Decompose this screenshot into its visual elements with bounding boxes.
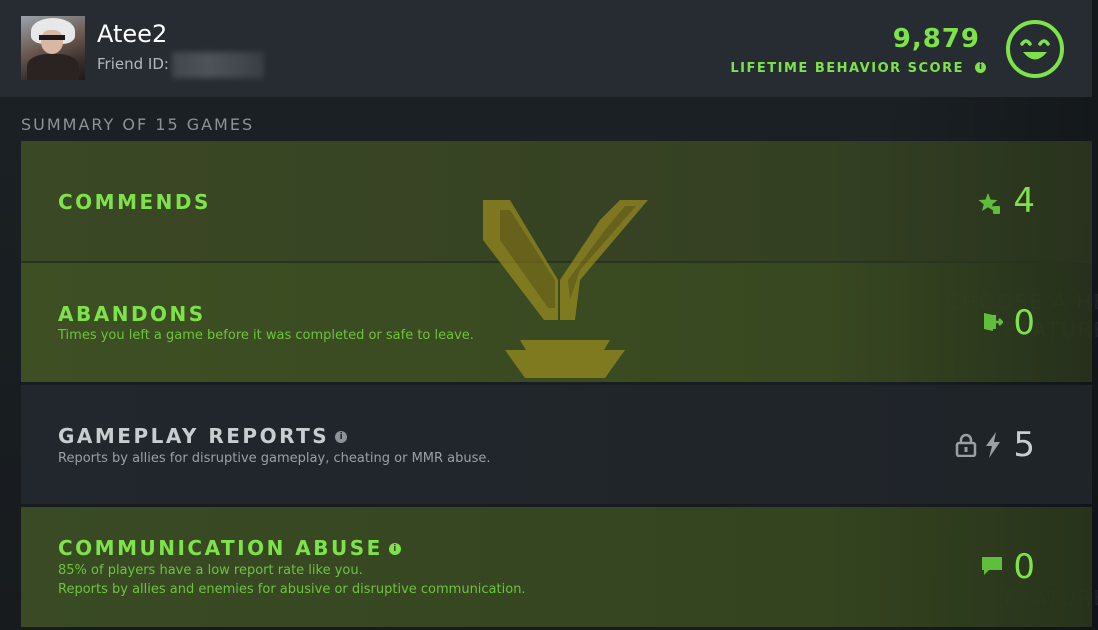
communication-abuse-stat: 85% of players have a low report rate li… bbox=[58, 563, 363, 578]
gameplay-reports-value: 5 bbox=[1013, 425, 1035, 465]
lightning-icon bbox=[986, 432, 1000, 458]
gameplay-reports-title: GAMEPLAY REPORTS i bbox=[58, 424, 348, 448]
friend-id-label: Friend ID: bbox=[97, 55, 169, 73]
smiley-face-icon bbox=[1006, 20, 1064, 78]
commends-title: COMMENDS bbox=[58, 190, 211, 214]
gameplay-reports-description: Reports by allies for disruptive gamepla… bbox=[58, 451, 491, 466]
avatar[interactable] bbox=[21, 16, 85, 80]
communication-abuse-title: COMMUNICATION ABUSE i bbox=[58, 536, 401, 560]
chat-bubble-icon bbox=[982, 557, 1002, 575]
summary-title: SUMMARY OF 15 GAMES bbox=[21, 115, 255, 134]
exit-door-icon bbox=[984, 313, 1003, 331]
commends-value: 4 bbox=[1013, 181, 1035, 221]
communication-abuse-row: COMMUNICATION ABUSE i 85% of players have… bbox=[21, 507, 1092, 627]
username: Atee2 bbox=[97, 20, 168, 48]
friend-id-redacted bbox=[172, 52, 264, 78]
info-icon[interactable]: i bbox=[335, 431, 348, 443]
profile-header: Atee2 Friend ID: 9,879 LIFETIME BEHAVIOR… bbox=[0, 0, 1092, 97]
star-thumb-icon bbox=[978, 193, 1000, 214]
gameplay-reports-row: GAMEPLAY REPORTS i Reports by allies for … bbox=[21, 385, 1092, 504]
abandons-value: 0 bbox=[1013, 303, 1035, 343]
behavior-score-label: LIFETIME BEHAVIOR SCORE bbox=[730, 61, 964, 76]
behavior-score-value: 9,879 bbox=[892, 24, 980, 54]
info-icon[interactable]: i bbox=[975, 62, 986, 73]
abandons-title: ABANDONS bbox=[58, 302, 206, 326]
communication-abuse-value: 0 bbox=[1013, 547, 1035, 587]
info-icon[interactable]: i bbox=[388, 543, 401, 555]
communication-abuse-description: Reports by allies and enemies for abusiv… bbox=[58, 582, 526, 597]
lock-icon bbox=[955, 433, 977, 457]
crest-emblem bbox=[483, 200, 648, 378]
abandons-description: Times you left a game before it was comp… bbox=[58, 328, 474, 343]
